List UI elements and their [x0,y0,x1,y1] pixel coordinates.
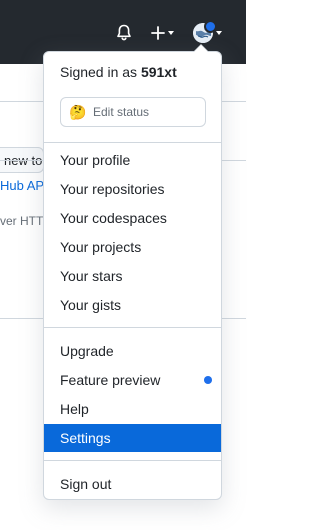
chevron-down-icon [215,31,222,35]
menu-divider [44,142,221,143]
username: 591xt [140,64,177,80]
menu-item-your-profile[interactable]: Your profile [44,146,221,174]
menu-item-your-codespaces[interactable]: Your codespaces [44,204,221,232]
edit-status-button[interactable]: 🤔 Edit status [60,97,206,127]
user-dropdown-menu: Signed in as 591xt 🤔 Edit status Your pr… [43,44,222,500]
menu-item-your-stars[interactable]: Your stars [44,262,221,290]
plus-icon [150,26,165,40]
menu-item-feature-preview[interactable]: Feature preview [44,366,221,394]
notification-badge [204,20,217,33]
menu-item-your-repositories[interactable]: Your repositories [44,175,221,203]
menu-item-help[interactable]: Help [44,395,221,423]
background-link[interactable]: Hub AP [0,178,44,193]
chevron-down-icon [167,31,174,35]
notifications-button[interactable] [114,22,134,44]
thinking-face-icon: 🤔 [69,103,87,120]
menu-item-your-projects[interactable]: Your projects [44,233,221,261]
edit-status-label: Edit status [93,105,150,119]
menu-divider [44,327,221,328]
menu-item-label: Feature preview [60,372,161,388]
feature-preview-indicator [204,376,212,384]
menu-item-your-gists[interactable]: Your gists [44,291,221,319]
menu-item-sign-out[interactable]: Sign out [44,470,221,498]
create-new-button[interactable] [148,22,176,44]
bell-icon [117,24,131,41]
background-text: ver HTT [0,214,44,228]
signed-in-label: Signed in as 591xt [60,64,177,80]
menu-item-upgrade[interactable]: Upgrade [44,337,221,365]
menu-divider [44,460,221,461]
menu-item-settings[interactable]: Settings [44,424,221,452]
signed-in-prefix: Signed in as [60,64,138,80]
